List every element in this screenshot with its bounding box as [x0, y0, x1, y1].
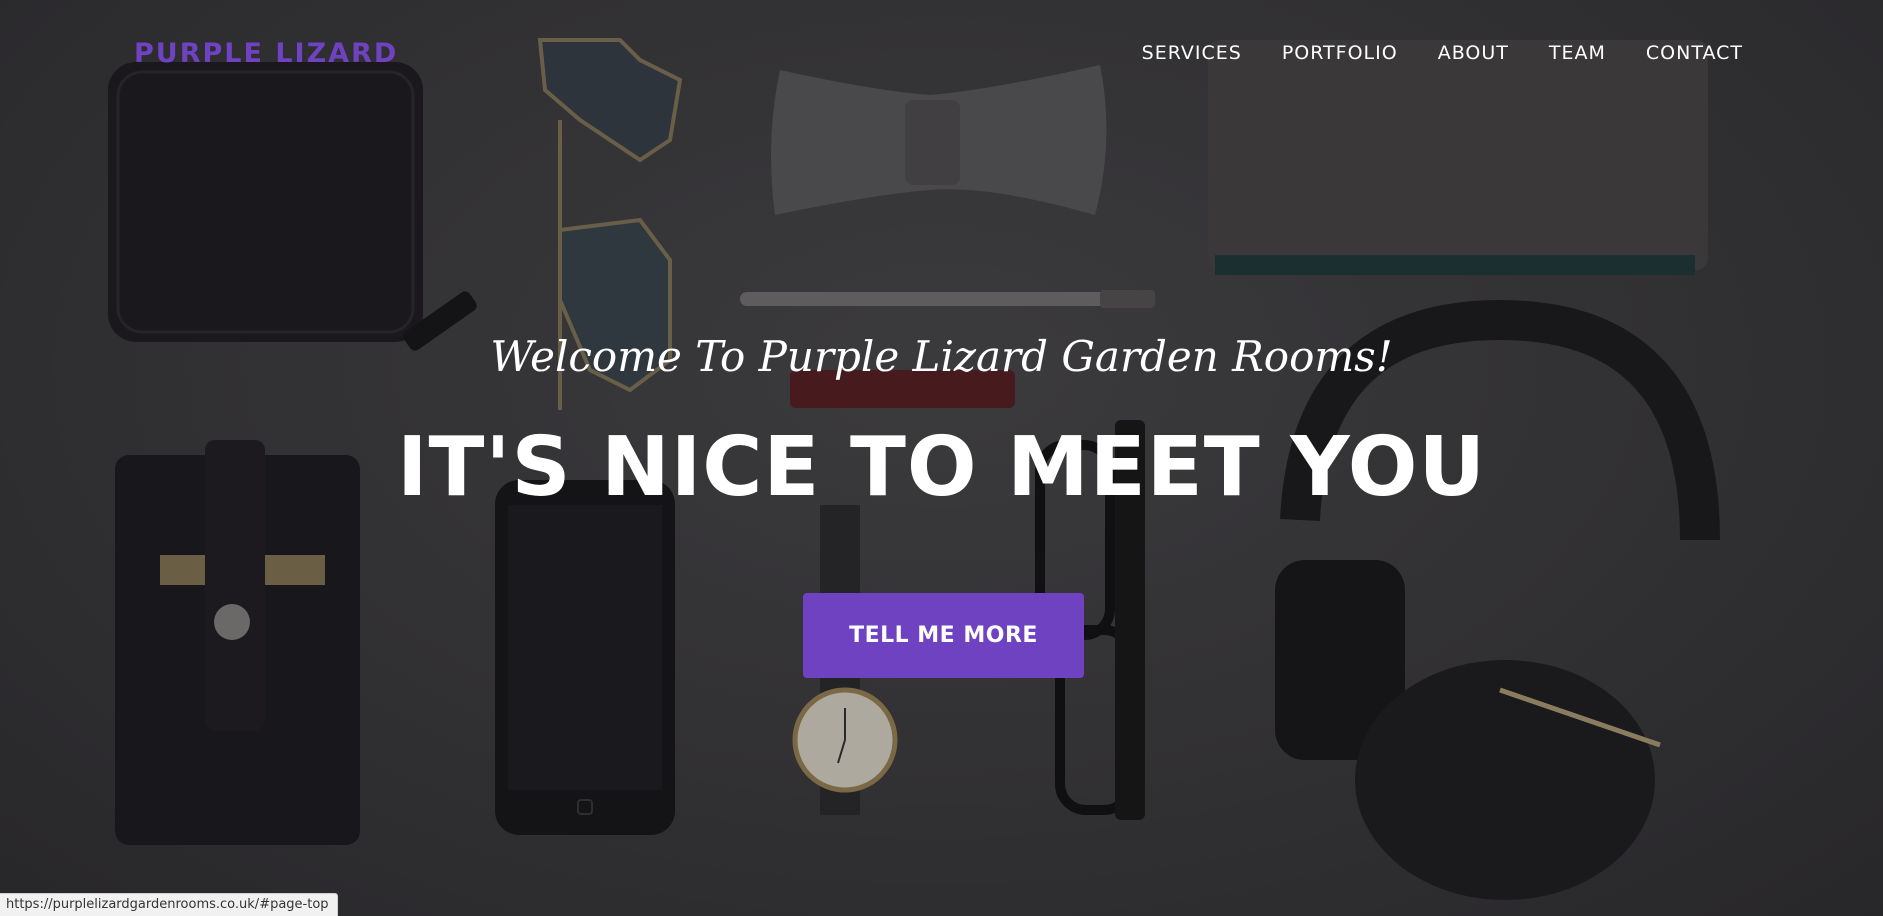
main-navigation: SERVICES PORTFOLIO ABOUT TEAM CONTACT — [1102, 42, 1743, 64]
hero-subheading: Welcome To Purple Lizard Garden Rooms! — [490, 332, 1393, 381]
nav-link-services[interactable]: SERVICES — [1142, 42, 1242, 64]
nav-link-team[interactable]: TEAM — [1549, 42, 1606, 64]
brand-logo-link[interactable]: PURPLE LIZARD — [134, 38, 398, 69]
nav-link-portfolio[interactable]: PORTFOLIO — [1282, 42, 1398, 64]
nav-link-about[interactable]: ABOUT — [1438, 42, 1509, 64]
nav-link-contact[interactable]: CONTACT — [1646, 42, 1743, 64]
browser-status-bar: https://purplelizardgardenrooms.co.uk/#p… — [0, 893, 338, 916]
hero-section: PURPLE LIZARD SERVICES PORTFOLIO ABOUT T… — [0, 0, 1883, 916]
tell-me-more-button[interactable]: TELL ME MORE — [803, 593, 1084, 678]
hero-heading: IT'S NICE TO MEET YOU — [396, 420, 1487, 515]
